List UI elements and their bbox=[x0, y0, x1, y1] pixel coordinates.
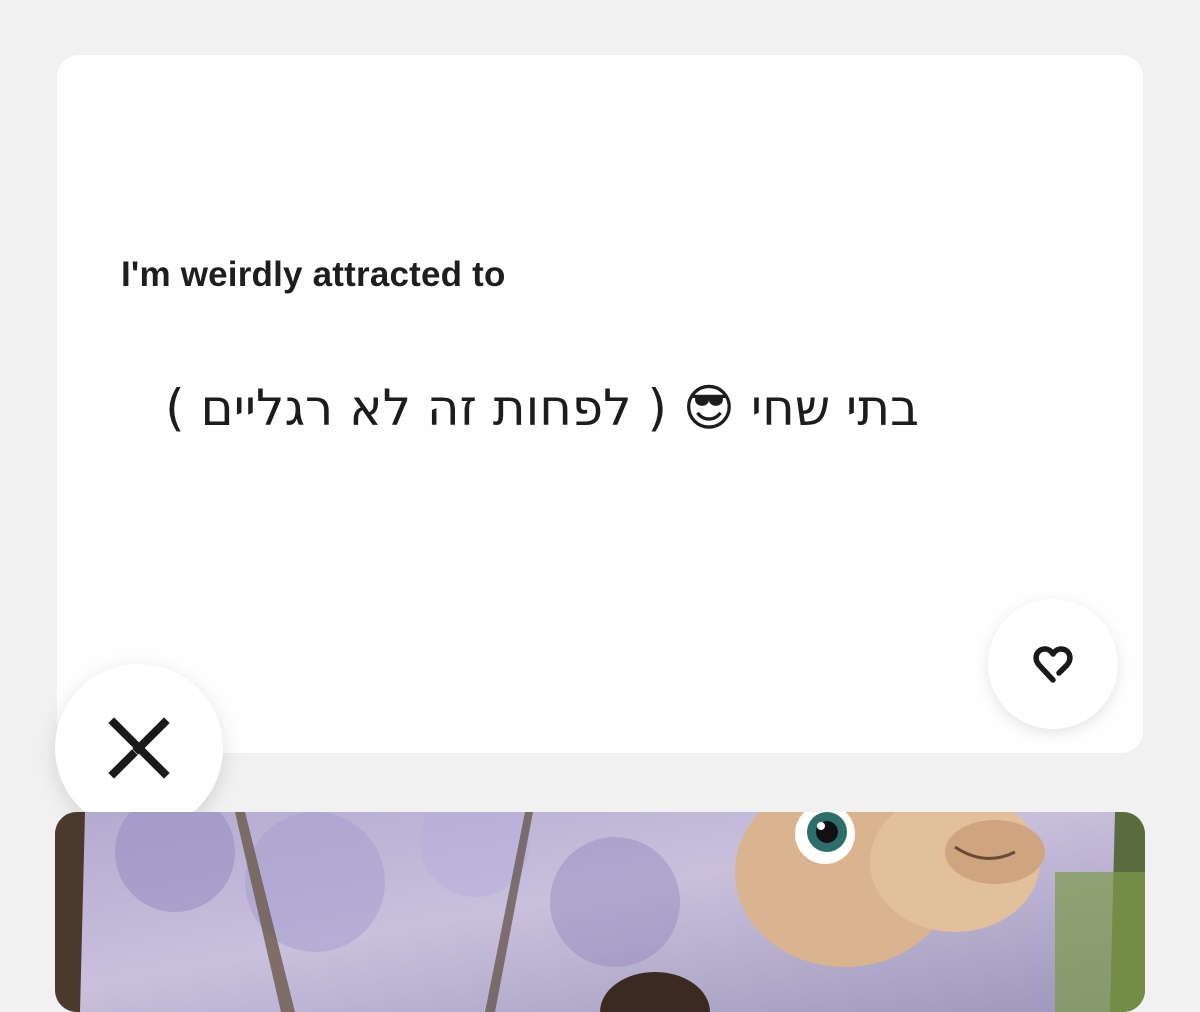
close-icon bbox=[108, 717, 170, 779]
skip-button[interactable] bbox=[55, 664, 223, 832]
profile-photo-image bbox=[55, 812, 1145, 1012]
prompt-answer: בתי שחי 😎 ( לפחות זה לא רגליים ) bbox=[165, 379, 919, 437]
prompt-card: I'm weirdly attracted to בתי שחי 😎 ( לפח… bbox=[57, 55, 1143, 753]
heart-icon bbox=[1033, 646, 1073, 683]
profile-photo[interactable] bbox=[55, 812, 1145, 1012]
like-button[interactable] bbox=[988, 599, 1118, 729]
prompt-question: I'm weirdly attracted to bbox=[121, 255, 506, 294]
